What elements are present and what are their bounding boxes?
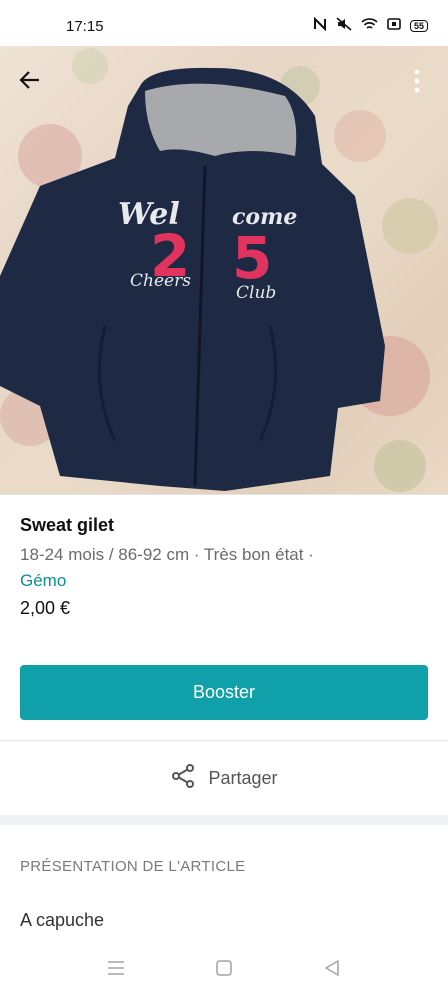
item-description: A capuche: [20, 910, 105, 930]
battery-indicator: 55: [409, 19, 428, 32]
product-photo[interactable]: Wel 2 Cheers come 5 Club: [0, 46, 448, 494]
svg-text:Cheers: Cheers: [130, 271, 191, 291]
share-button[interactable]: Partager: [0, 741, 448, 815]
more-vertical-icon[interactable]: [406, 68, 428, 98]
menu-icon[interactable]: [107, 960, 125, 981]
share-icon: [170, 763, 196, 794]
item-price: 2,00 €: [20, 598, 71, 618]
boost-button[interactable]: Booster: [20, 665, 428, 720]
nfc-icon: [313, 16, 327, 34]
item-info: Sweat gilet 18-24 mois / 86-92 cm · Très…: [20, 515, 430, 619]
mute-icon: [336, 17, 352, 34]
section-heading: PRÉSENTATION DE L'ARTICLE: [20, 858, 246, 875]
item-meta: 18-24 mois / 86-92 cm · Très bon état ·: [20, 545, 314, 564]
svg-text:Club: Club: [236, 283, 276, 303]
wifi-icon: [361, 17, 378, 34]
jacket-illustration: Wel 2 Cheers come 5 Club: [0, 48, 438, 492]
item-title: Sweat gilet: [20, 515, 115, 535]
status-bar: 17:15 55: [0, 0, 448, 46]
section-separator: [0, 815, 448, 825]
svg-text:5: 5: [232, 224, 272, 292]
back-arrow-icon[interactable]: [18, 68, 42, 96]
share-label: Partager: [208, 767, 278, 788]
status-icons: 55: [313, 16, 428, 34]
home-icon[interactable]: [215, 959, 233, 982]
photo-divider: [0, 494, 448, 495]
status-time: 17:15: [66, 18, 104, 35]
back-triangle-icon[interactable]: [323, 959, 341, 982]
screen-icon: [387, 18, 401, 33]
system-nav-bar: [0, 945, 448, 995]
item-brand-link[interactable]: Gémo: [20, 568, 430, 594]
